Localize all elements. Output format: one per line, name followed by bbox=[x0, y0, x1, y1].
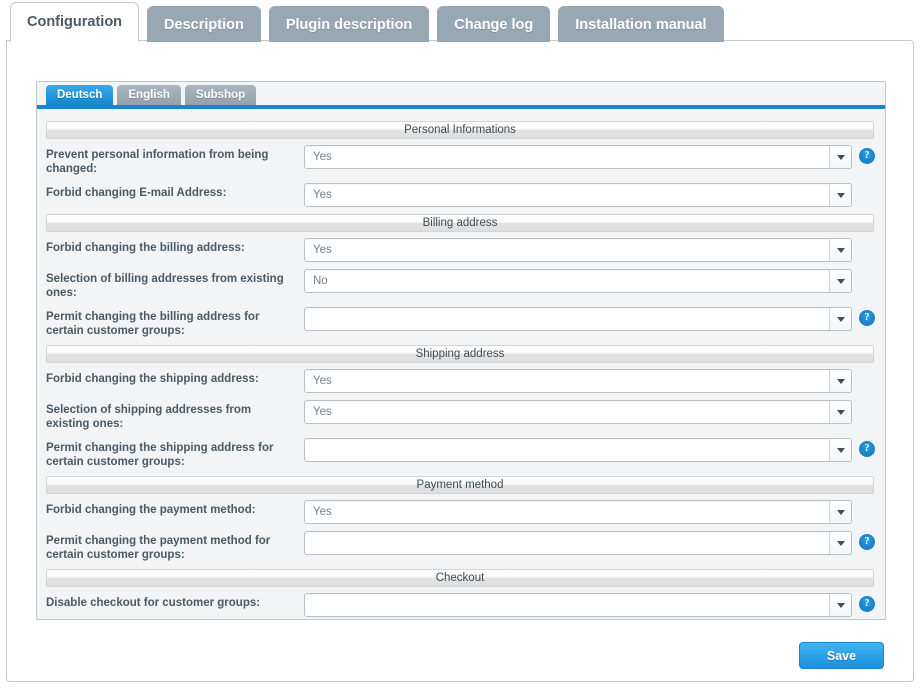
plugin-configuration-page: Configuration Description Plugin descripti… bbox=[0, 0, 920, 688]
field-control-wrapper: ? bbox=[304, 307, 875, 331]
help-icon[interactable]: ? bbox=[859, 441, 875, 457]
section-header: Shipping address bbox=[46, 345, 874, 363]
caret-glyph bbox=[836, 509, 845, 515]
select-dropdown[interactable]: Yes bbox=[304, 238, 852, 262]
field-control-wrapper: ? bbox=[304, 438, 875, 462]
form-row: Selection of shipping addresses from exi… bbox=[46, 400, 874, 431]
field-control-wrapper: Yes bbox=[304, 400, 852, 424]
field-control-wrapper: Yes bbox=[304, 369, 852, 393]
field-label: Forbid changing the billing address: bbox=[46, 242, 245, 254]
caret-glyph bbox=[836, 192, 845, 198]
field-label: Forbid changing the payment method: bbox=[46, 504, 256, 516]
field-control-wrapper: Yes bbox=[304, 238, 852, 262]
field-control-wrapper: Yes bbox=[304, 500, 852, 524]
chevron-down-icon[interactable] bbox=[829, 501, 851, 523]
field-label: Selection of shipping addresses from exi… bbox=[46, 404, 252, 430]
help-icon[interactable]: ? bbox=[859, 310, 875, 326]
caret-glyph bbox=[836, 154, 845, 160]
form-row: Selection of billing addresses from exis… bbox=[46, 269, 874, 300]
select-dropdown[interactable] bbox=[304, 593, 852, 617]
select-value: Yes bbox=[313, 244, 332, 256]
top-tab-installation-manual[interactable]: Installation manual bbox=[558, 6, 724, 42]
field-control-wrapper: Yes bbox=[304, 183, 852, 207]
form-row: Permit changing the billing address for … bbox=[46, 307, 875, 338]
help-icon[interactable]: ? bbox=[859, 596, 875, 612]
select-value: Yes bbox=[313, 151, 332, 163]
help-icon[interactable]: ? bbox=[859, 534, 875, 550]
select-dropdown[interactable]: Yes bbox=[304, 500, 852, 524]
field-control-wrapper: No bbox=[304, 269, 852, 293]
select-dropdown[interactable] bbox=[304, 531, 852, 555]
section-header: Billing address bbox=[46, 214, 874, 232]
footer-action-bar: Save bbox=[7, 642, 913, 669]
select-value: No bbox=[313, 275, 328, 287]
top-tab-description[interactable]: Description bbox=[147, 6, 261, 42]
select-dropdown[interactable] bbox=[304, 307, 852, 331]
select-dropdown[interactable]: Yes bbox=[304, 400, 852, 424]
language-tab-subshop[interactable]: Subshop bbox=[184, 85, 257, 105]
chevron-down-icon[interactable] bbox=[829, 594, 851, 616]
top-tab-change-log[interactable]: Change log bbox=[437, 6, 551, 42]
chevron-down-icon[interactable] bbox=[829, 184, 851, 206]
caret-glyph bbox=[836, 378, 845, 384]
form-row: Permit changing the shipping address for… bbox=[46, 438, 875, 469]
select-dropdown[interactable]: Yes bbox=[304, 183, 852, 207]
caret-glyph bbox=[836, 247, 845, 253]
help-icon[interactable]: ? bbox=[859, 148, 875, 164]
form-row: Permit changing the payment method for c… bbox=[46, 531, 875, 562]
form-row: Forbid changing the shipping address: Yes bbox=[46, 369, 874, 393]
section-header: Personal Informations bbox=[46, 121, 874, 139]
field-label: Forbid changing E-mail Address: bbox=[46, 187, 227, 199]
field-label: Prevent personal information from being … bbox=[46, 149, 269, 175]
form-row: Disable checkout for customer groups:? bbox=[46, 593, 875, 617]
language-tab-english[interactable]: English bbox=[117, 85, 181, 105]
field-label: Selection of billing addresses from exis… bbox=[46, 273, 284, 299]
caret-glyph bbox=[836, 409, 845, 415]
field-label: Forbid changing the shipping address: bbox=[46, 373, 259, 385]
field-label: Permit changing the billing address for … bbox=[46, 311, 260, 337]
select-value: Yes bbox=[313, 506, 332, 518]
caret-glyph bbox=[836, 540, 845, 546]
chevron-down-icon[interactable] bbox=[829, 270, 851, 292]
save-button[interactable]: Save bbox=[799, 642, 884, 669]
top-tab-plugin-description[interactable]: Plugin description bbox=[268, 6, 430, 42]
select-dropdown[interactable] bbox=[304, 438, 852, 462]
configuration-inner-panel: Deutsch English Subshop Personal Informati… bbox=[36, 81, 886, 620]
section-header: Payment method bbox=[46, 476, 874, 494]
chevron-down-icon[interactable] bbox=[829, 439, 851, 461]
chevron-down-icon[interactable] bbox=[829, 239, 851, 261]
section-header: Checkout bbox=[46, 569, 874, 587]
chevron-down-icon[interactable] bbox=[829, 532, 851, 554]
chevron-down-icon[interactable] bbox=[829, 308, 851, 330]
language-tab-bar: Deutsch English Subshop bbox=[37, 82, 885, 105]
language-tab-deutsch[interactable]: Deutsch bbox=[46, 85, 114, 105]
form-row: Forbid changing E-mail Address: Yes bbox=[46, 183, 874, 207]
field-control-wrapper: Yes? bbox=[304, 145, 875, 169]
caret-glyph bbox=[836, 602, 845, 608]
field-control-wrapper: ? bbox=[304, 531, 875, 555]
chevron-down-icon[interactable] bbox=[829, 146, 851, 168]
field-label: Disable checkout for customer groups: bbox=[46, 597, 261, 609]
form-row: Prevent personal information from being … bbox=[46, 145, 875, 176]
configuration-form: Personal Informations Prevent personal in… bbox=[37, 109, 885, 634]
select-value: Yes bbox=[313, 406, 332, 418]
chevron-down-icon[interactable] bbox=[829, 370, 851, 392]
form-row: Forbid changing the billing address: Yes bbox=[46, 238, 874, 262]
configuration-body-panel: Deutsch English Subshop Personal Informati… bbox=[6, 40, 914, 682]
field-control-wrapper: ? bbox=[304, 593, 875, 617]
caret-glyph bbox=[836, 278, 845, 284]
select-dropdown[interactable]: Yes bbox=[304, 145, 852, 169]
select-dropdown[interactable]: Yes bbox=[304, 369, 852, 393]
select-dropdown[interactable]: No bbox=[304, 269, 852, 293]
top-tab-configuration[interactable]: Configuration bbox=[10, 2, 140, 42]
top-tab-bar: Configuration Description Plugin descripti… bbox=[0, 0, 920, 42]
caret-glyph bbox=[836, 447, 845, 453]
select-value: Yes bbox=[313, 375, 332, 387]
field-label: Permit changing the shipping address for… bbox=[46, 442, 274, 468]
select-value: Yes bbox=[313, 189, 332, 201]
field-label: Permit changing the payment method for c… bbox=[46, 535, 271, 561]
chevron-down-icon[interactable] bbox=[829, 401, 851, 423]
caret-glyph bbox=[836, 316, 845, 322]
form-row: Forbid changing the payment method: Yes bbox=[46, 500, 874, 524]
